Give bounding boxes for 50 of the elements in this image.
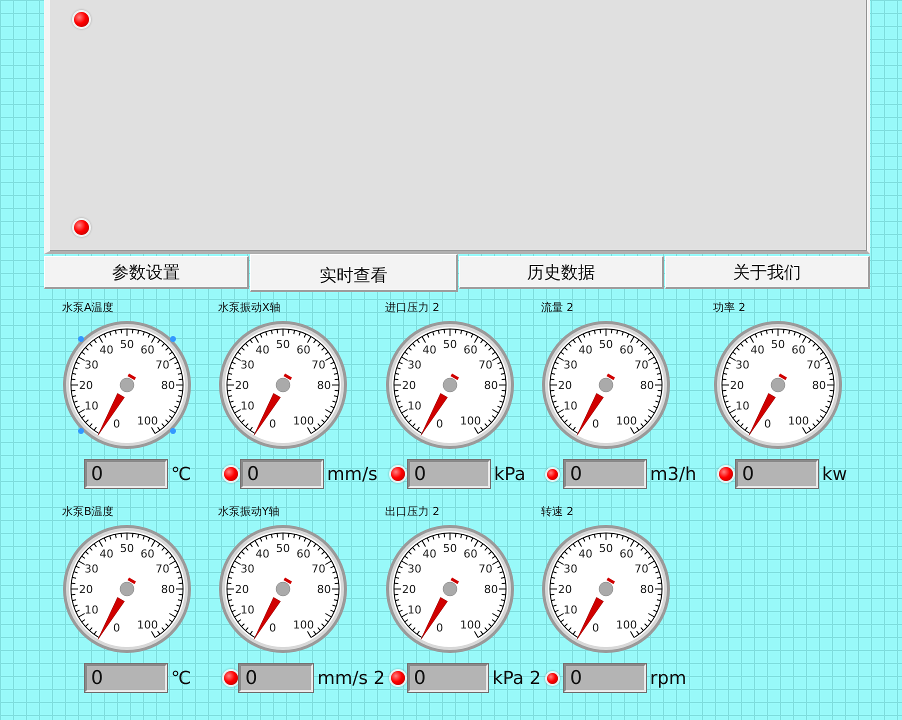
gauge-needle [420,577,459,640]
gauge-dial: 0 10 20 30 40 50 60 70 80 100 [218,524,348,654]
numeric-indicator: 0 [241,460,323,488]
gauge-dial: 0 10 20 30 40 50 60 70 80 100 [541,320,671,450]
numeric-indicator: 0 [85,664,167,692]
gauge-dial: 0 10 20 30 40 50 60 70 80 100 [713,320,843,450]
gauge-label: 水泵振动Y轴 [218,504,281,520]
gauge-label: 流量 2 [541,300,574,316]
numeric-indicator: 0 [408,460,490,488]
unit-label: kPa 2 [492,668,541,688]
gauge-label: 功率 2 [713,300,746,316]
unit-label: kPa [494,464,526,484]
gauge-label: 水泵B温度 [62,504,115,520]
unit-label: mm/s [327,464,378,484]
gauge-dial: 0 10 20 30 40 50 60 70 80 100 [541,524,671,654]
numeric-indicator: 0 [239,664,314,692]
unit-label: ℃ [171,668,192,688]
gauge-label: 出口压力 2 [385,504,440,520]
tab[interactable]: 实时查看 [250,254,458,292]
unit-label: kw [822,464,848,484]
unit-label: rpm [650,668,686,688]
gauge-needle [254,373,292,436]
gauge-label: 水泵A温度 [62,300,115,316]
gauge-needle [576,577,615,640]
tab[interactable]: 历史数据 [459,256,664,289]
unit-label: m3/h [650,464,696,484]
unit-label: mm/s 2 [317,668,385,688]
gauge-needle [98,577,136,640]
gauge-needle [420,373,459,436]
numeric-indicator: 0 [736,460,818,488]
selection-handles[interactable] [78,336,176,434]
numeric-indicator: 0 [408,664,488,692]
gauge-dial: 0 10 20 30 40 50 60 70 80 100 [62,524,192,654]
numeric-indicator: 0 [85,460,167,488]
gauge-needle [254,577,292,640]
tab[interactable]: 关于我们 [665,256,870,289]
tab[interactable]: 参数设置 [44,256,249,289]
gauge-dial: 0 10 20 30 40 50 60 70 80 100 [218,320,348,450]
gauge-needle [748,373,787,436]
gauge-label: 转速 2 [541,504,574,520]
gauge-dial: 0 10 20 30 40 50 60 70 80 100 [385,320,515,450]
unit-label: ℃ [171,464,192,484]
numeric-indicator: 0 [564,664,646,692]
gauge-label: 进口压力 2 [385,300,440,316]
gauge-needle [576,373,615,436]
numeric-indicator: 0 [564,460,646,488]
gauge-dial: 0 10 20 30 40 50 60 70 80 100 [385,524,515,654]
gauge-needle [98,373,136,436]
gauge-label: 水泵振动X轴 [218,300,282,316]
gauge-dial: 0 10 20 30 40 50 60 70 80 100 [62,320,192,450]
